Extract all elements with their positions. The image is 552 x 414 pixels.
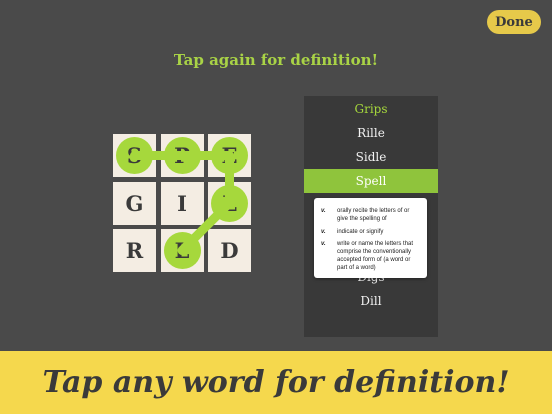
definition-popup: v. orally recite the letters of or give t…	[314, 198, 427, 278]
part-of-speech: v.	[321, 228, 326, 235]
letter-tile-i[interactable]: I	[160, 181, 204, 225]
definition-entry: v. orally recite the letters of or give t…	[321, 208, 422, 224]
instruction-banner: Tap any word for definition!	[0, 351, 552, 414]
word-item-spell[interactable]: Spell	[304, 169, 438, 193]
word-item-sidle[interactable]: Sidle	[304, 145, 438, 169]
tile-letter: I	[177, 190, 187, 216]
definition-text: write or name the letters that comprise …	[337, 241, 414, 271]
letter-tile-r[interactable]: R	[113, 229, 156, 272]
tile-letter: L	[222, 190, 237, 216]
letter-tile-g[interactable]: G	[113, 181, 156, 225]
letter-tile-l[interactable]: L	[208, 181, 251, 225]
tile-letter: S	[126, 143, 143, 168]
part-of-speech: v.	[321, 241, 326, 248]
tile-letter: G	[125, 190, 144, 216]
definition-text: indicate or signify	[337, 228, 384, 235]
letter-tile-l[interactable]: L	[160, 229, 204, 272]
definition-text: orally recite the letters of or give the…	[337, 208, 410, 222]
letter-tile-e[interactable]: E	[208, 134, 251, 177]
word-item-grips[interactable]: Grips	[304, 97, 438, 121]
letter-tile-p[interactable]: P	[160, 134, 204, 177]
letter-tile-s[interactable]: S	[113, 134, 156, 177]
tile-letter: R	[125, 238, 144, 263]
tile-letter: L	[174, 238, 190, 263]
letter-tile-d[interactable]: D	[208, 229, 251, 272]
word-item-rille[interactable]: Rille	[304, 121, 438, 145]
definition-entry: v. write or name the letters that compris…	[321, 241, 422, 272]
tile-letter: P	[174, 143, 190, 168]
word-item-dill[interactable]: Dill	[304, 289, 438, 313]
done-button[interactable]: Done	[487, 10, 541, 34]
tile-letter: D	[220, 238, 239, 263]
tile-letter: E	[221, 143, 238, 168]
part-of-speech: v.	[321, 208, 326, 214]
definition-entry: v. indicate or signify	[321, 229, 422, 237]
letter-grid: SPEGILRLD	[113, 134, 252, 273]
definition-hint: Tap again for definition!	[173, 51, 379, 69]
